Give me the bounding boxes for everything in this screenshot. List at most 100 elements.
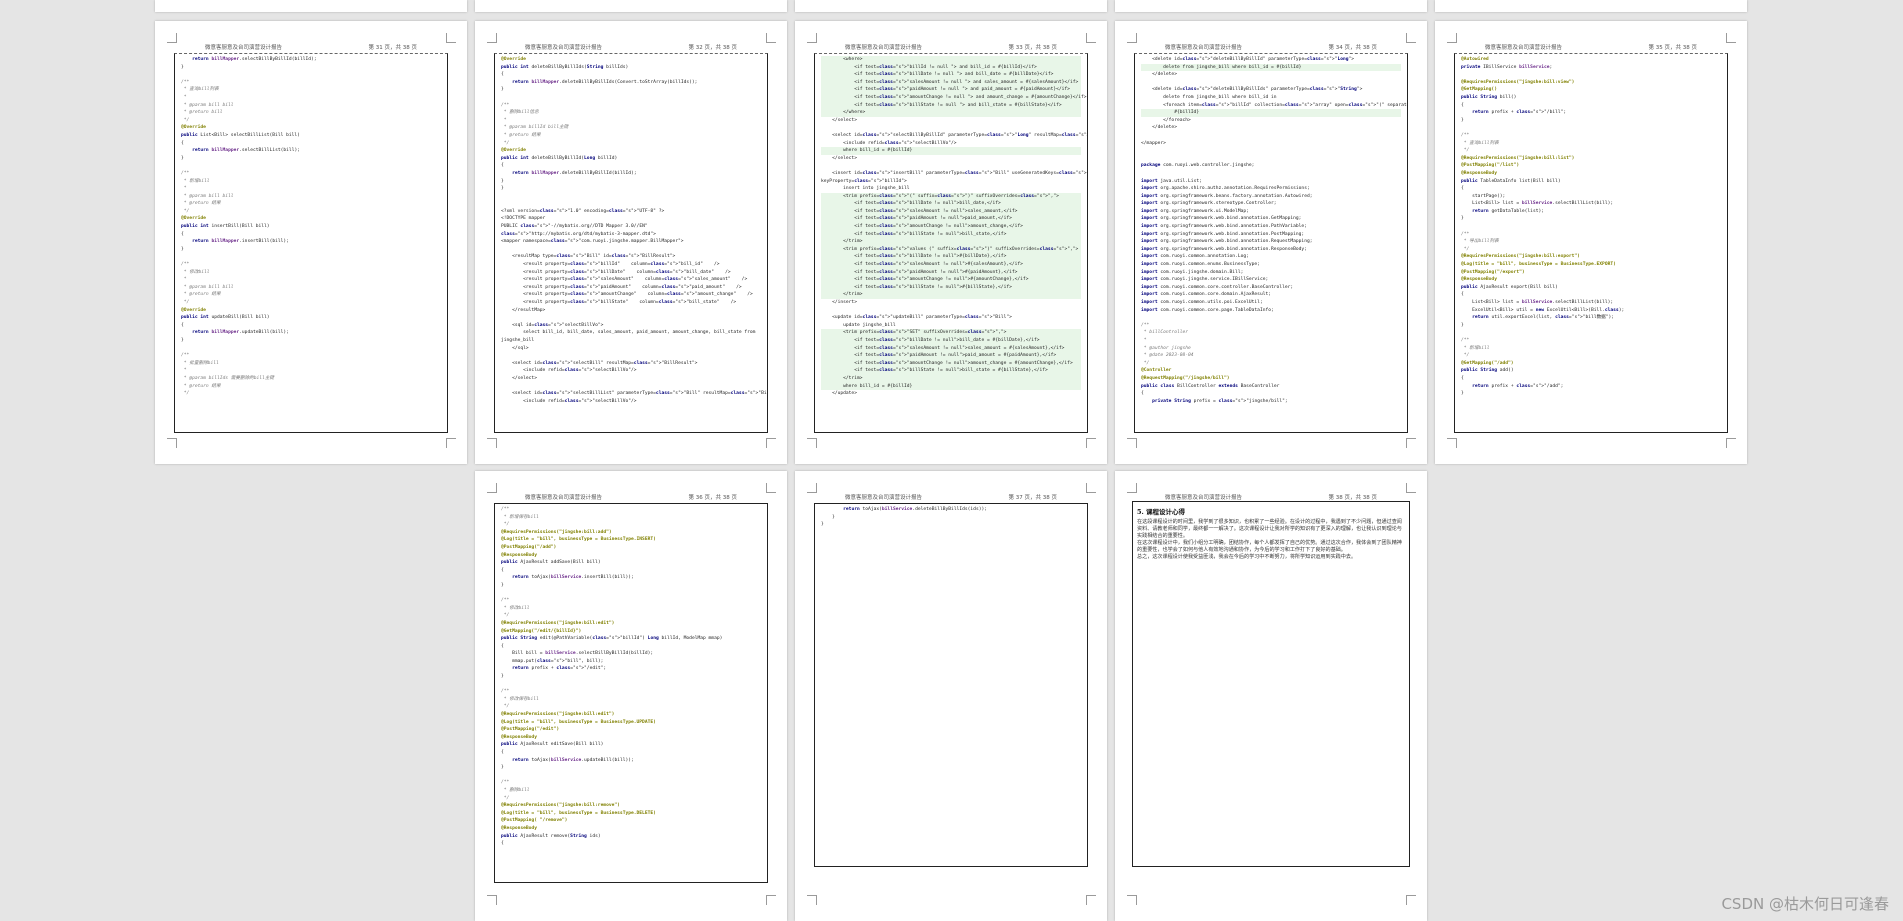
code-line: import com.ruoyi.common.core.page.TableD… [1141,307,1274,313]
watermark: CSDN @枯木何日可逢春 [1721,895,1889,913]
code-line: @PostMapping("/edit") [501,727,560,733]
code-line: * 删除bill [501,787,530,793]
code-line: import com.ruoyi.jingshe.domain.Bill; [1141,269,1244,275]
code-line: * @return 结果 [181,201,221,207]
code-line: */ [1141,360,1150,366]
code-line: /** [501,507,510,512]
code-line: import com.ruoyi.common.utils.poi.ExcelU… [1141,300,1263,305]
document-page: 微意客厨意及台司演营设计报告第 32 页，共 38 页 @Override pub… [475,21,787,464]
code-line: * [181,186,187,192]
code-line: { [181,231,184,237]
crop-mark [766,895,776,905]
code-line: */ [181,391,190,397]
code-line: { [181,140,184,146]
code-line: @Controller [1141,368,1172,374]
code-line: public AjaxResult remove(String ids) [501,833,601,839]
code-line: @Override [501,57,526,62]
crop-mark [487,895,497,905]
code-block: return billMapper.selectBillByBillId(bil… [174,53,448,433]
code-line: <if test=class="s">"billId != null "> an… [821,63,1081,72]
crop-mark [1127,33,1137,43]
page-stub [155,0,467,12]
code-line: ​ [1461,124,1721,132]
code-line: #{billId} [1141,109,1401,117]
code-line: */ [1461,246,1470,252]
document-page: 微意客厨意及台司演营设计报告 第 33 页，共 38 页 <where> <if … [795,21,1107,464]
code-line: */ [1461,148,1470,154]
code-line: } [501,582,504,588]
code-line: <result property=class="s">"amountChange… [501,292,753,298]
code-line: @PostMapping( "/remove") [501,818,568,824]
code-line: <if test=class="s">"salesAmount != null"… [821,344,1081,353]
code-line: return billMapper.deleteBillByBillId(bil… [512,170,637,176]
code-line: /** [1461,132,1470,138]
code-line: import com.ruoyi.common.core.controller.… [1141,284,1294,290]
code-line: </delete> [1141,72,1177,78]
crop-mark [1086,438,1096,448]
code-line: <if test=class="s">"paidAmount != null">… [821,352,1081,360]
code-line: return toAjax(billService.insertBill(bil… [512,575,634,581]
code-line: @PostMapping("/list") [1461,163,1520,169]
code-line: public AjaxResult editSave(Bill bill) [501,742,604,748]
code-line: } [181,246,184,252]
code-line: </trim> [821,238,1081,246]
page-stub [1115,0,1427,12]
code-line: public int deleteBillByBillIds(String bi… [501,64,629,70]
code-line: return billMapper.insertBill(bill); [192,239,289,245]
crop-mark [1447,438,1457,448]
code-line: * 修改bill [181,269,210,275]
code-line: public int updateBill(Bill bill) [181,315,270,321]
document-page: 微意客厨意及台司演营设计报告 第 36 页，共 38 页 /** * 新增保存bi… [475,471,787,921]
code-line: ​ [501,590,761,598]
code-line: @Log(title = "bill", businessType = Busi… [501,719,656,725]
code-line: * @return 结果 [181,383,221,389]
code-line: startPage(); [1461,193,1506,199]
code-line: { [501,643,504,649]
code-line: update jingshe_bill [821,322,896,328]
code-line: <if test=class="s">"billDate != null">bi… [821,200,1081,208]
code-line: where bill_id = #{billId} [821,147,1081,155]
code-line: <if test=class="s">"amountChange != null… [821,93,1087,102]
crop-mark [487,438,497,448]
code-line: } [1461,117,1464,123]
crop-mark [487,33,497,43]
crop-mark [807,33,817,43]
code-line: ​ [1141,79,1401,87]
code-line: @RequiresPermissions("jingshe:bill:expor… [1461,254,1580,260]
code-line: return toAjax(billService.deleteBillByBi… [843,507,988,512]
code-line: insert into jingshe_bill [821,186,910,192]
code-line: * 删除bill信息 [501,110,539,116]
crop-mark [1127,438,1137,448]
code-line: <result property=class="s">"salesAmount"… [501,277,748,283]
page-number: 第 31 页，共 38 页 [368,45,418,51]
code-line: return prefix + class="s">"/bill"; [1472,110,1567,116]
code-line: } [501,674,504,680]
code-line: * @param bill bill [181,193,234,199]
code-block: /** * 新增保存bill */@RequiresPermissions("j… [494,503,768,883]
code-line: @ResponseBody [501,552,537,558]
code-line: } [181,337,184,343]
page-number: 第 35 页，共 38 页 [1648,45,1698,51]
page-number: 第 33 页，共 38 页 [1008,45,1058,51]
header-title: 微意客厨意及台司演营设计报告 [845,495,923,501]
code-line: @RequestMapping("/jingshe/bill") [1141,375,1230,381]
paragraph: 在这次课程设计中，我们小组分工明确，团结协作，每个人都发挥了自己的优势。通过这次… [1137,539,1402,553]
code-line: List<Bill> list = billService.selectBill… [1461,300,1614,305]
code-line: import com.ruoyi.common.core.domain.Ajax… [1141,292,1272,298]
crop-mark [167,438,177,448]
code-line: return billMapper.deleteBillByBillIds(Co… [512,79,698,85]
code-line: * @param billId bill主键 [501,125,569,131]
code-line: ​ [501,94,761,102]
code-line: </resultMap> [501,307,546,313]
code-line: @ResponseBody [1461,170,1497,176]
code-block: @Autowired private IBillService billServi… [1454,53,1728,433]
code-line: </select> [821,155,857,161]
crop-mark [807,438,817,448]
code-line: <result property=class="s">"billDate" co… [501,269,731,275]
code-line: return prefix + class="s">"/add"; [1472,383,1564,389]
code-line: @RequiresPermissions("jingshe:bill:edit"… [501,712,615,718]
code-line: */ [181,117,190,123]
code-line: private String prefix = class="s">"jings… [1152,398,1288,404]
header-title: 微意客厨意及台司演营设计报告 [1485,45,1563,51]
code-line: public List<Bill> selectBillList(Bill bi… [181,132,300,138]
